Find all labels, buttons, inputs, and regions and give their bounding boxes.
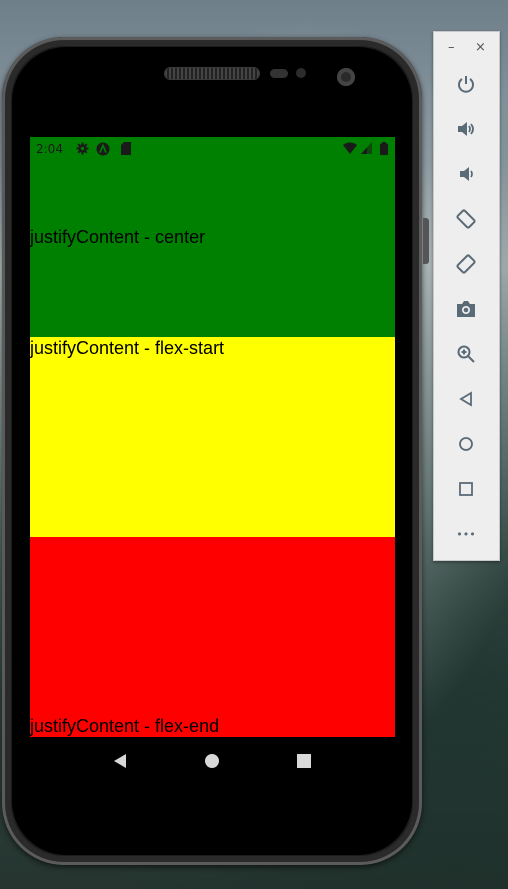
sd-card-icon [121,142,131,155]
label-flex-start: justifyContent - flex-start [30,338,225,358]
section-center: justifyContent - center [30,137,395,337]
section-flex-start: justifyContent - flex-start [30,337,395,537]
toolbar-back-icon[interactable] [454,387,478,411]
zoom-icon[interactable] [454,342,478,366]
status-time: 2:04 [36,142,63,156]
volume-up-icon[interactable] [454,117,478,141]
wifi-icon [343,142,357,154]
power-icon[interactable] [454,72,478,96]
signal-icon [361,142,372,154]
settings-icon [76,142,89,155]
more-icon[interactable]: ••• [454,522,478,546]
close-button[interactable]: × [475,40,486,55]
light-sensor [296,68,306,78]
front-camera [337,68,355,86]
toolbar-home-icon[interactable] [454,432,478,456]
proximity-sensor [270,69,288,78]
volume-down-icon[interactable] [454,162,478,186]
recents-icon[interactable] [296,753,312,769]
status-bar: 2:04 [30,137,395,161]
label-center: justifyContent - center [30,227,206,247]
rotate-left-icon[interactable] [454,207,478,231]
section-flex-end: justifyContent - flex-end [30,537,395,737]
minimize-button[interactable]: – [448,40,455,55]
android-a-icon [96,142,110,156]
rotate-right-icon[interactable] [454,252,478,276]
overview-icon[interactable] [454,477,478,501]
device-screen: justifyContent - center justifyContent -… [30,137,395,785]
emulator-toolbar: – × ••• [433,31,500,561]
navigation-bar [30,737,395,785]
side-button[interactable] [423,218,429,264]
battery-icon [380,142,388,155]
camera-icon[interactable] [454,297,478,321]
home-icon[interactable] [204,753,220,769]
earpiece-speaker [165,68,259,79]
label-flex-end: justifyContent - flex-end [30,716,220,736]
back-icon[interactable] [112,753,128,769]
